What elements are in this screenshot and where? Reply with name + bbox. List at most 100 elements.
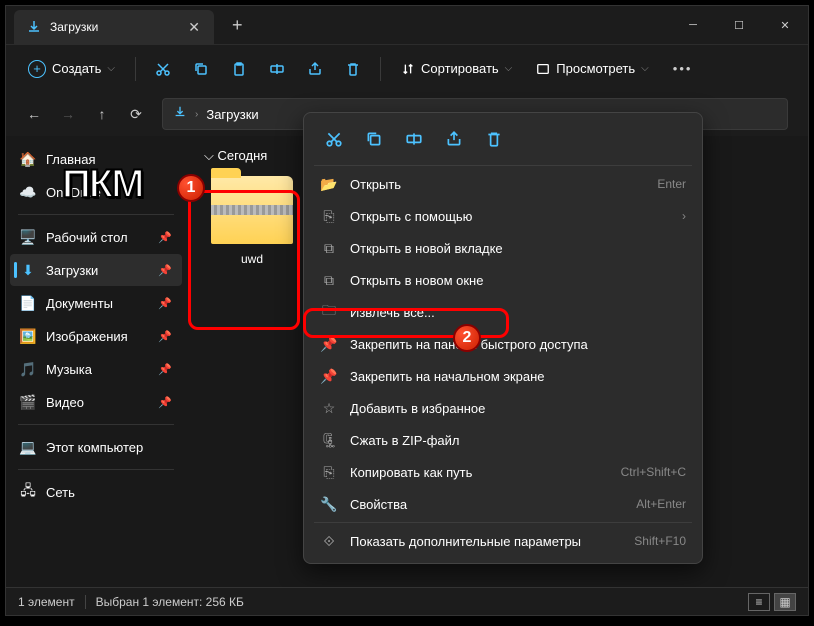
file-item-uwd[interactable]: uwd — [204, 176, 300, 266]
window-controls: ─ ☐ ✕ — [670, 6, 808, 44]
properties-icon: 🔧 — [320, 496, 338, 513]
delete-button[interactable] — [336, 52, 370, 86]
ctx-new-window[interactable]: ⧉Открыть в новом окне — [310, 264, 696, 296]
thumbnails-view-button[interactable]: ▦ — [774, 593, 796, 611]
selection-info: Выбран 1 элемент: 256 КБ — [96, 595, 244, 609]
sidebar-item-music[interactable]: 🎵Музыка📌 — [10, 353, 182, 385]
ctx-compress[interactable]: 🗜Сжать в ZIP-файл — [310, 424, 696, 456]
view-mode-buttons: ≡ ▦ — [748, 593, 796, 611]
sidebar-item-thispc[interactable]: 💻Этот компьютер — [10, 431, 182, 463]
download-icon — [173, 105, 187, 124]
download-icon — [26, 19, 42, 35]
ctx-more-options[interactable]: ⟐Показать дополнительные параметрыShift+… — [310, 525, 696, 557]
chevron-down-icon: ⌵ — [641, 63, 649, 74]
desktop-icon: 🖥️ — [20, 229, 36, 245]
view-button[interactable]: Просмотреть ⌵ — [526, 52, 659, 86]
sort-label: Сортировать — [421, 61, 499, 76]
ctx-favorites[interactable]: ☆Добавить в избранное — [310, 392, 696, 424]
toolbar: + Создать ⌵ Сортировать ⌵ Просмотреть ⌵ … — [6, 44, 808, 92]
pin-icon: 📌 — [158, 330, 172, 343]
sort-button[interactable]: Сортировать ⌵ — [391, 52, 522, 86]
breadcrumb-current[interactable]: Загрузки — [206, 107, 258, 122]
chevron-down-icon: ⌵ — [505, 63, 513, 74]
zip-folder-icon — [211, 176, 293, 244]
copy-path-icon: ⎘ — [320, 464, 338, 481]
share-button[interactable] — [298, 52, 332, 86]
rename-button[interactable] — [260, 52, 294, 86]
close-button[interactable]: ✕ — [762, 6, 808, 44]
ctx-cut-button[interactable] — [316, 123, 352, 155]
details-view-button[interactable]: ≡ — [748, 593, 770, 611]
sidebar-item-onedrive[interactable]: ☁️OneDrive — [10, 176, 182, 208]
refresh-button[interactable]: ⟳ — [120, 98, 152, 130]
ctx-copy-path[interactable]: ⎘Копировать как путьCtrl+Shift+C — [310, 456, 696, 488]
pin-icon: 📌 — [158, 363, 172, 376]
more-icon: ⟐ — [320, 533, 338, 550]
pin-icon: 📌 — [158, 396, 172, 409]
minimize-button[interactable]: ─ — [670, 6, 716, 44]
pin-icon: 📌 — [158, 264, 172, 277]
ctx-properties[interactable]: 🔧СвойстваAlt+Enter — [310, 488, 696, 520]
view-label: Просмотреть — [556, 61, 635, 76]
pin-icon: 📌 — [158, 231, 172, 244]
ctx-copy-button[interactable] — [356, 123, 392, 155]
cut-button[interactable] — [146, 52, 180, 86]
folder-icon: 📂 — [320, 176, 338, 193]
up-button[interactable]: ↑ — [86, 98, 118, 130]
sidebar-item-desktop[interactable]: 🖥️Рабочий стол📌 — [10, 221, 182, 253]
extract-icon: 🗀 — [320, 300, 338, 324]
sidebar-item-downloads[interactable]: ⬇Загрузки📌 — [10, 254, 182, 286]
sidebar-item-videos[interactable]: 🎬Видео📌 — [10, 386, 182, 418]
divider — [135, 57, 136, 81]
back-button[interactable]: ← — [18, 98, 50, 130]
context-menu-top-actions — [310, 119, 696, 163]
tab-icon: ⧉ — [320, 240, 338, 257]
divider — [18, 214, 174, 215]
new-tab-button[interactable]: + — [224, 11, 251, 40]
sidebar-item-network[interactable]: 🖧Сеть — [10, 476, 182, 508]
paste-button[interactable] — [222, 52, 256, 86]
ctx-extract-all[interactable]: 🗀Извлечь все... — [310, 296, 696, 328]
ctx-open[interactable]: 📂ОткрытьEnter — [310, 168, 696, 200]
plus-icon: + — [28, 60, 46, 78]
pin-icon: 📌 — [158, 297, 172, 310]
create-label: Создать — [52, 61, 101, 76]
pictures-icon: 🖼️ — [20, 328, 36, 344]
document-icon: 📄 — [20, 295, 36, 311]
pin-icon: 📌 — [320, 336, 338, 353]
more-button[interactable]: ••• — [663, 52, 703, 86]
tab-downloads[interactable]: Загрузки ✕ — [14, 10, 214, 44]
download-icon: ⬇ — [20, 262, 36, 278]
ctx-new-tab[interactable]: ⧉Открыть в новой вкладке — [310, 232, 696, 264]
ctx-share-button[interactable] — [436, 123, 472, 155]
sidebar-item-documents[interactable]: 📄Документы📌 — [10, 287, 182, 319]
ctx-delete-button[interactable] — [476, 123, 512, 155]
statusbar: 1 элемент Выбран 1 элемент: 256 КБ ≡ ▦ — [6, 587, 808, 615]
music-icon: 🎵 — [20, 361, 36, 377]
separator — [314, 522, 692, 523]
create-button[interactable]: + Создать ⌵ — [18, 52, 125, 86]
context-menu: 📂ОткрытьEnter ⎘Открыть с помощью› ⧉Откры… — [303, 112, 703, 564]
chevron-icon: › — [195, 109, 198, 120]
sidebar-item-pictures[interactable]: 🖼️Изображения📌 — [10, 320, 182, 352]
copy-button[interactable] — [184, 52, 218, 86]
maximize-button[interactable]: ☐ — [716, 6, 762, 44]
sidebar: 🏠Главная ☁️OneDrive 🖥️Рабочий стол📌 ⬇Заг… — [6, 136, 186, 587]
ctx-open-with[interactable]: ⎘Открыть с помощью› — [310, 200, 696, 232]
ctx-pin-start[interactable]: 📌Закрепить на начальном экране — [310, 360, 696, 392]
pin-icon: 📌 — [320, 368, 338, 385]
chevron-down-icon: ⌵ — [107, 63, 115, 74]
divider — [18, 469, 174, 470]
chevron-right-icon: › — [682, 209, 686, 223]
ctx-pin-quick[interactable]: 📌Закрепить на панели быстрого доступа — [310, 328, 696, 360]
tab-close-button[interactable]: ✕ — [186, 19, 202, 36]
sidebar-item-home[interactable]: 🏠Главная — [10, 143, 182, 175]
tab-title: Загрузки — [50, 20, 186, 34]
star-icon: ☆ — [320, 400, 338, 417]
item-count: 1 элемент — [18, 595, 75, 609]
file-explorer-window: Загрузки ✕ + ─ ☐ ✕ + Создать ⌵ Сортирова… — [5, 5, 809, 616]
ctx-rename-button[interactable] — [396, 123, 432, 155]
network-icon: 🖧 — [20, 484, 36, 500]
zip-icon: 🗜 — [320, 432, 338, 449]
forward-button[interactable]: → — [52, 98, 84, 130]
